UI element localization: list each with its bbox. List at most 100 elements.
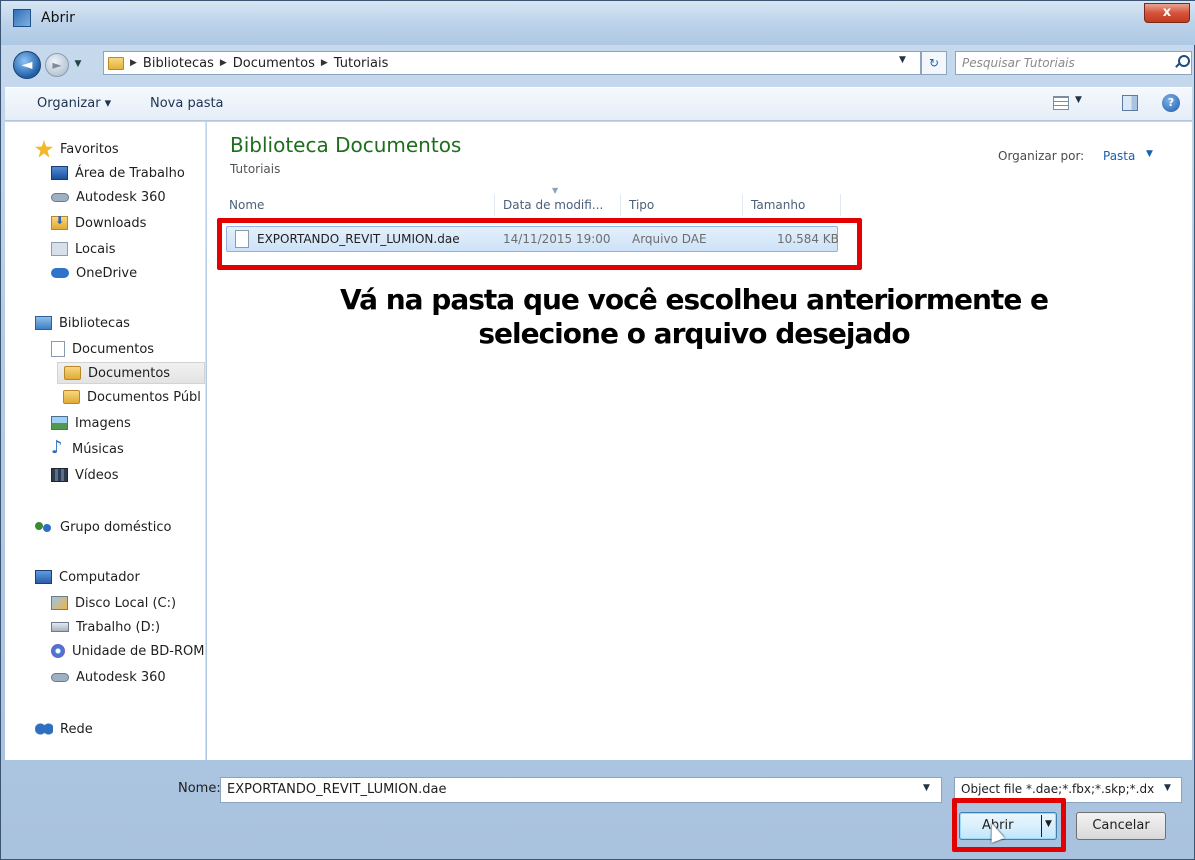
column-header-name[interactable]: Nome	[223, 194, 495, 216]
nav-item-videos[interactable]: Vídeos	[51, 464, 205, 486]
refresh-button[interactable]: ↻	[921, 51, 947, 75]
nav-item-documentos[interactable]: Documentos	[51, 338, 205, 360]
document-icon	[51, 341, 65, 357]
nav-label: Trabalho (D:)	[76, 619, 161, 635]
computer-icon	[35, 570, 52, 584]
nav-label: OneDrive	[76, 265, 138, 281]
nav-item-imagens[interactable]: Imagens	[51, 412, 205, 434]
nav-item-desktop[interactable]: Área de Trabalho	[51, 162, 205, 184]
nav-item-trabalho-d[interactable]: Trabalho (D:)	[51, 616, 205, 638]
cancel-button[interactable]: Cancelar	[1076, 812, 1166, 840]
app-icon	[13, 9, 31, 27]
nav-label: Autodesk 360	[76, 669, 166, 685]
star-icon	[35, 140, 53, 158]
network-icon	[35, 722, 53, 736]
nav-item-onedrive[interactable]: OneDrive	[51, 262, 205, 284]
libraries-icon	[35, 316, 52, 330]
window-title: Abrir	[41, 10, 75, 26]
chevron-down-icon[interactable]: ▼	[1164, 783, 1171, 793]
toolbar: Organizar ▾ Nova pasta ▼ ?	[5, 87, 1192, 121]
nav-label: Bibliotecas	[59, 315, 130, 331]
cloud-icon	[51, 672, 69, 682]
recent-places-icon	[51, 242, 68, 256]
nav-item-autodesk360[interactable]: Autodesk 360	[51, 186, 205, 208]
folder-icon	[64, 366, 81, 380]
nav-label: Downloads	[75, 215, 147, 231]
folder-icon	[108, 56, 124, 70]
system-drive-icon	[51, 596, 68, 610]
nav-network[interactable]: Rede	[35, 718, 205, 740]
nav-item-musicas[interactable]: Músicas	[51, 437, 205, 460]
navigation-pane: Favoritos Área de Trabalho Autodesk 360 …	[5, 122, 206, 760]
recent-locations-dropdown[interactable]: ▼	[71, 57, 85, 71]
arrange-by-dropdown[interactable]: Pasta	[1103, 149, 1135, 163]
change-view-icon[interactable]	[1053, 96, 1069, 110]
nav-label: Área de Trabalho	[75, 165, 185, 181]
drive-icon	[51, 622, 69, 632]
chevron-right-icon[interactable]: ▶	[130, 58, 137, 68]
pictures-icon	[51, 416, 68, 430]
file-name-input[interactable]: EXPORTANDO_REVIT_LUMION.dae	[220, 777, 942, 803]
nav-label: Unidade de BD-ROM	[72, 643, 205, 659]
preview-pane-icon[interactable]	[1122, 95, 1138, 111]
breadcrumb-tutoriais[interactable]: Tutoriais	[334, 56, 389, 71]
nav-item-documentos-publicos[interactable]: Documentos Públ	[63, 386, 205, 408]
nav-favorites[interactable]: Favoritos	[35, 138, 205, 160]
homegroup-icon	[35, 519, 53, 535]
breadcrumb-bibliotecas[interactable]: Bibliotecas	[143, 56, 214, 71]
chevron-down-icon[interactable]: ▼	[923, 783, 930, 793]
search-icon[interactable]	[1174, 55, 1190, 69]
column-header-type[interactable]: Tipo	[623, 194, 743, 216]
library-subtitle: Tutoriais	[230, 162, 281, 176]
help-icon[interactable]: ?	[1162, 94, 1180, 112]
chevron-right-icon[interactable]: ▶	[321, 58, 328, 68]
column-header-date[interactable]: Data de modifi...	[497, 194, 621, 216]
folder-icon	[63, 390, 80, 404]
nav-label: Autodesk 360	[76, 189, 166, 205]
chevron-down-icon[interactable]: ▼	[1146, 149, 1153, 159]
nav-label: Vídeos	[75, 467, 119, 483]
library-title: Biblioteca Documentos	[230, 133, 462, 157]
nav-label: Locais	[75, 241, 116, 257]
annotation-line-1: Vá na pasta que você escolheu anteriorme…	[339, 283, 1049, 316]
nav-homegroup[interactable]: Grupo doméstico	[35, 516, 205, 538]
address-bar[interactable]: ▶ Bibliotecas ▶ Documentos ▶ Tutoriais	[103, 51, 921, 75]
nav-label: Favoritos	[60, 141, 119, 157]
nav-item-disco-c[interactable]: Disco Local (C:)	[51, 592, 205, 614]
organize-button[interactable]: Organizar ▾	[37, 96, 111, 111]
music-icon	[51, 437, 65, 458]
nav-libraries[interactable]: Bibliotecas	[35, 312, 205, 334]
tutorial-annotation: Vá na pasta que você escolheu anteriorme…	[264, 283, 1124, 367]
back-button[interactable]: ◄	[13, 51, 41, 79]
onedrive-icon	[51, 268, 69, 278]
search-input[interactable]: Pesquisar Tutoriais	[955, 51, 1192, 75]
disc-drive-icon	[51, 644, 65, 658]
forward-button[interactable]: ►	[45, 53, 69, 77]
close-button[interactable]: x	[1144, 3, 1190, 23]
refresh-icon: ↻	[928, 56, 940, 70]
breadcrumb-documentos[interactable]: Documentos	[233, 56, 315, 71]
cloud-icon	[51, 192, 69, 202]
nav-label: Documentos	[72, 341, 155, 357]
view-dropdown-icon[interactable]: ▼	[1075, 95, 1082, 105]
close-icon: x	[1162, 5, 1172, 20]
arrow-left-icon: ◄	[21, 57, 33, 73]
annotation-line-2: selecione o arquivo desejado	[478, 317, 910, 350]
nav-computer[interactable]: Computador	[35, 566, 205, 588]
nav-item-locais[interactable]: Locais	[51, 238, 205, 260]
new-folder-button[interactable]: Nova pasta	[150, 96, 224, 111]
nav-item-documentos-selected[interactable]: Documentos	[57, 362, 205, 384]
nav-item-downloads[interactable]: Downloads	[51, 212, 205, 234]
video-icon	[51, 468, 68, 482]
nav-item-autodesk360-computer[interactable]: Autodesk 360	[51, 666, 205, 688]
address-dropdown-icon[interactable]: ▼	[899, 55, 906, 65]
cancel-button-label: Cancelar	[1092, 818, 1150, 833]
file-name-label: Nome:	[178, 781, 221, 796]
highlight-box-open-button	[952, 798, 1066, 852]
open-dialog: Abrir x ◄ ► ▼ ▶ Bibliotecas ▶ Documentos…	[0, 0, 1195, 860]
column-header-size[interactable]: Tamanho	[745, 194, 841, 216]
nav-label: Disco Local (C:)	[75, 595, 177, 611]
nav-label: Documentos	[88, 365, 171, 381]
chevron-right-icon[interactable]: ▶	[220, 58, 227, 68]
nav-item-bd-rom[interactable]: Unidade de BD-ROM	[51, 640, 205, 662]
